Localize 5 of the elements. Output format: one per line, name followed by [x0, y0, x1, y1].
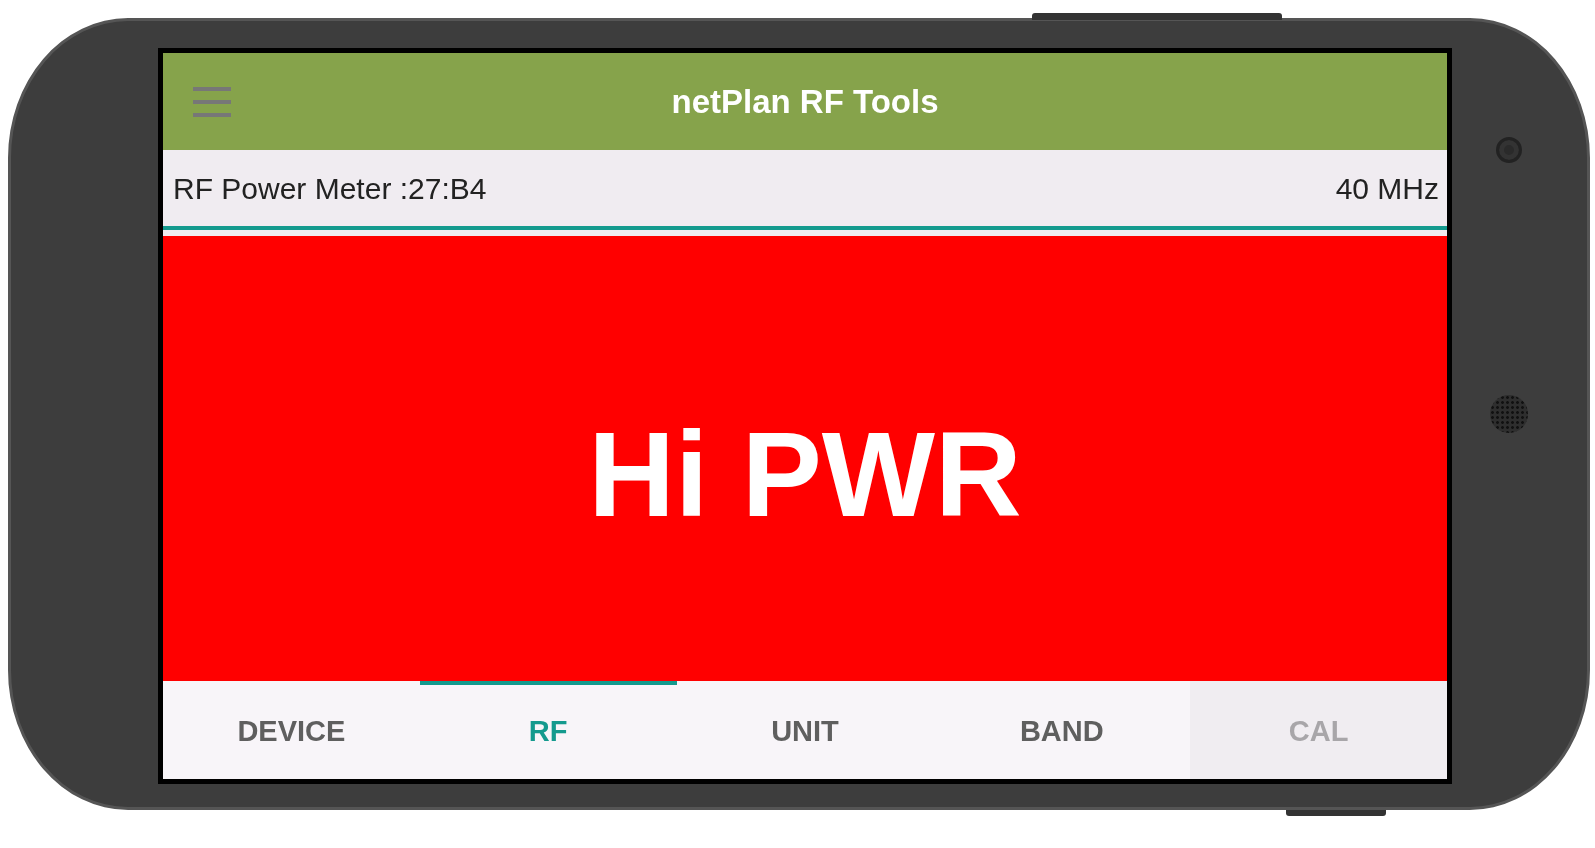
device-name: RF Power Meter :27:B4 — [173, 170, 487, 207]
app-title: netPlan RF Tools — [671, 81, 939, 122]
reading-text: Hi PWR — [588, 413, 1022, 534]
menu-icon — [193, 86, 231, 117]
frequency-text: 40 MHz — [1335, 170, 1439, 207]
